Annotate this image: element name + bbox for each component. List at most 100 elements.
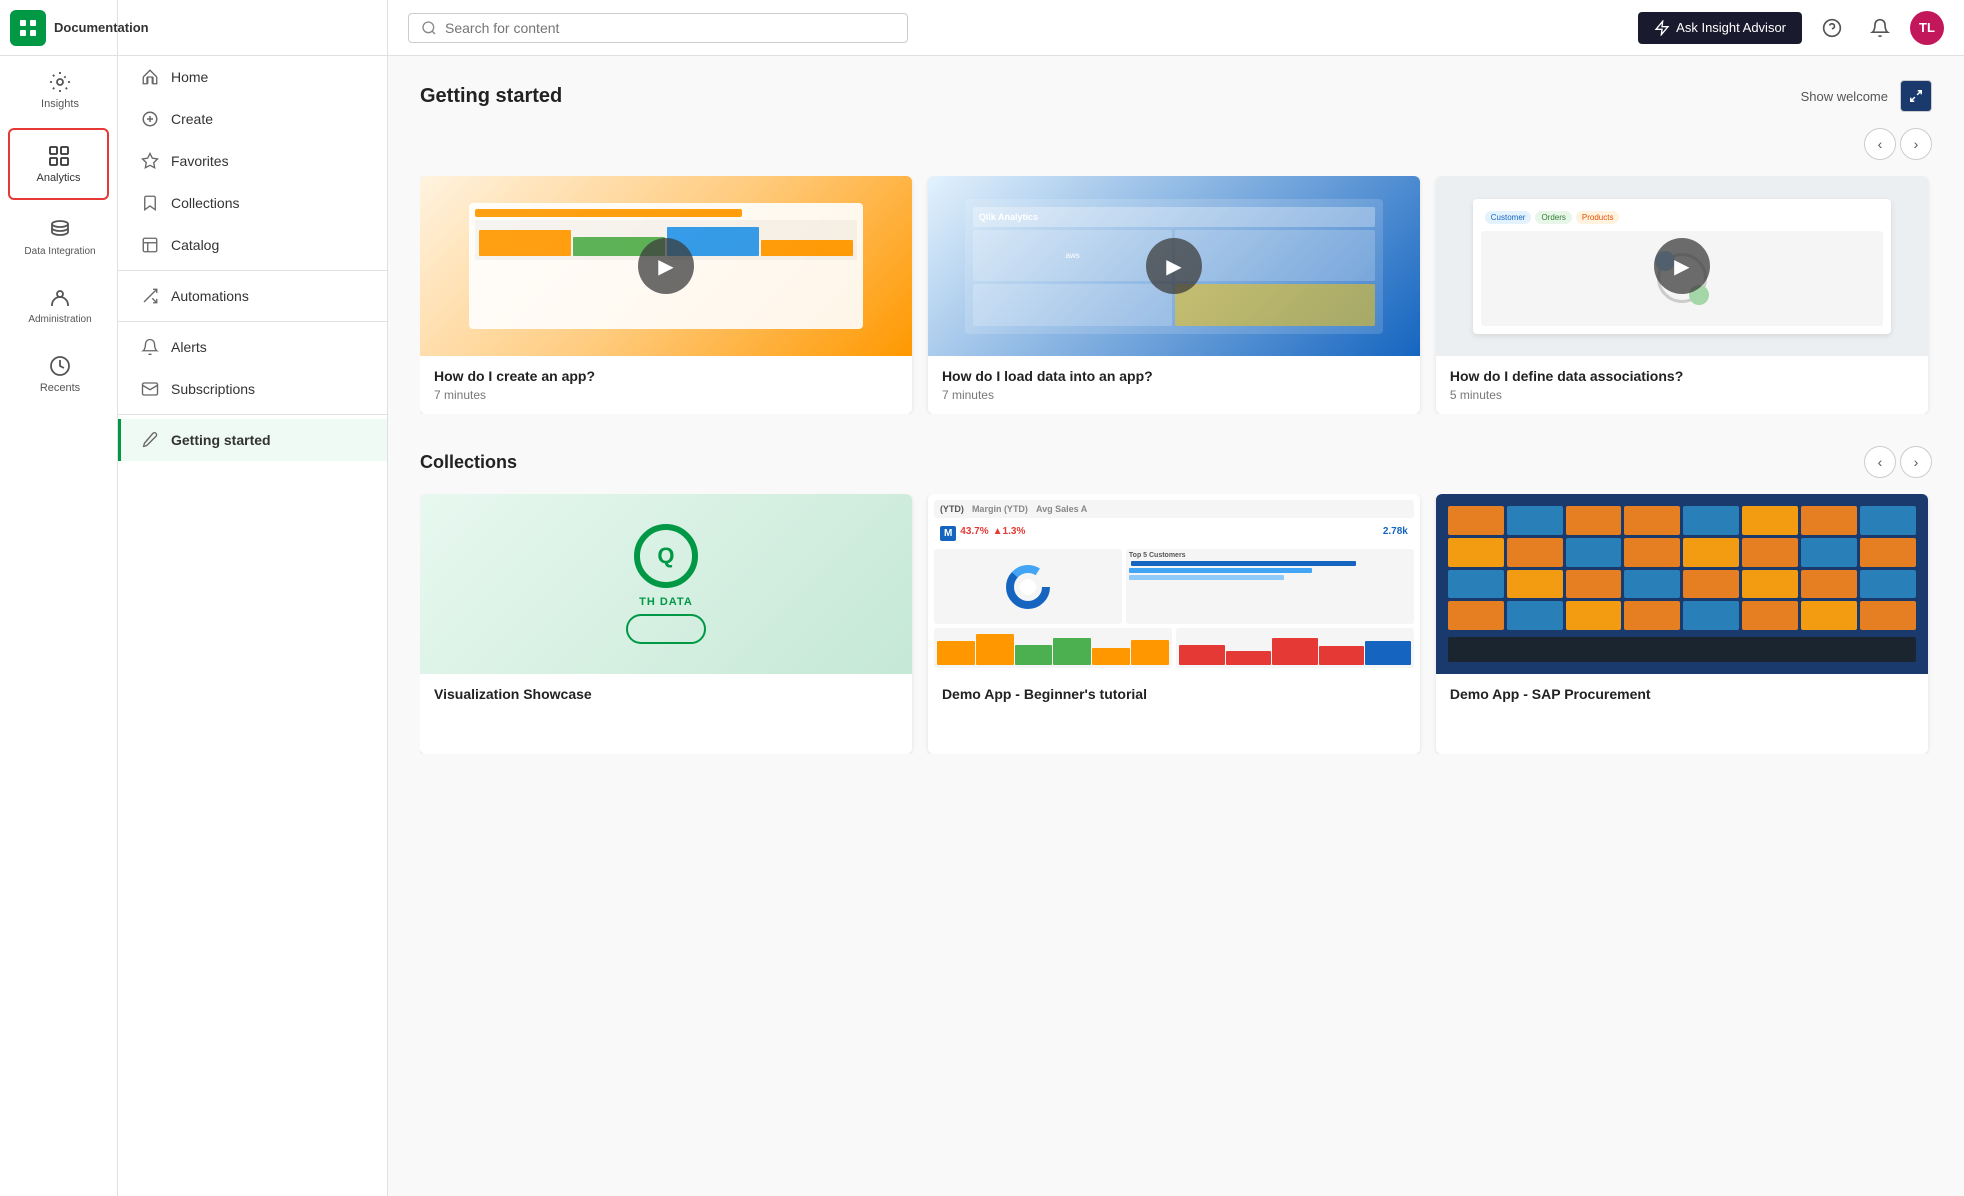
- how-to-prev-btn[interactable]: ‹: [1864, 128, 1896, 160]
- help-icon: [1822, 18, 1842, 38]
- rocket-icon: [141, 431, 159, 449]
- how-to-arrows: ‹ ›: [1864, 128, 1932, 160]
- ask-insight-label: Ask Insight Advisor: [1676, 20, 1786, 35]
- video-card-2[interactable]: Customer Orders Products: [1436, 176, 1928, 414]
- card-body-2: How do I define data associations? 5 min…: [1436, 356, 1928, 414]
- topbar: Ask Insight Advisor TL: [388, 0, 1964, 56]
- app-card-0[interactable]: Q TH DATA Visualization Showcase: [420, 494, 912, 754]
- app-card-2[interactable]: Demo App - SAP Procurement: [1436, 494, 1928, 754]
- nav-automations-label: Automations: [171, 288, 249, 304]
- recents-label: Recents: [40, 382, 80, 394]
- donut-chart: [1003, 562, 1053, 612]
- video-duration-1: 7 minutes: [942, 388, 1406, 402]
- app-card-body-1: Demo App - Beginner's tutorial: [928, 674, 1420, 718]
- app-thumb-2: [1436, 494, 1928, 674]
- qlik-q: Q: [634, 524, 698, 588]
- video-title-0: How do I create an app?: [434, 368, 898, 384]
- nav-home-label: Home: [171, 69, 208, 85]
- search-icon: [421, 20, 437, 36]
- home-icon: [141, 68, 159, 86]
- app-grid-icon[interactable]: [10, 10, 46, 46]
- nav-item-alerts[interactable]: Alerts: [118, 326, 387, 368]
- sidebar-item-data-integration[interactable]: Data Integration: [0, 204, 117, 272]
- video-thumb-2: Customer Orders Products: [1436, 176, 1928, 356]
- app-card-body-0: Visualization Showcase: [420, 674, 912, 718]
- app-card-body-2: Demo App - SAP Procurement: [1436, 674, 1928, 718]
- nav-create-label: Create: [171, 111, 213, 127]
- notifications-button[interactable]: [1862, 10, 1898, 46]
- help-button[interactable]: [1814, 10, 1850, 46]
- topbar-actions: Ask Insight Advisor TL: [1638, 10, 1944, 46]
- video-card-1[interactable]: Qlik Analytics aws: [928, 176, 1420, 414]
- data-integration-icon: [48, 218, 72, 242]
- nav-item-home[interactable]: Home: [118, 56, 387, 98]
- automations-icon: [141, 287, 159, 305]
- app-title-0: Visualization Showcase: [434, 686, 898, 702]
- app-thumb-1: (YTD) Margin (YTD) Avg Sales A M 43.7% ▲…: [928, 494, 1420, 674]
- collections-prev-btn[interactable]: ‹: [1864, 446, 1896, 478]
- collections-title: Collections: [420, 452, 517, 473]
- video-thumb-1: Qlik Analytics aws: [928, 176, 1420, 356]
- getting-started-title: Getting started: [420, 85, 562, 108]
- sidebar-item-analytics[interactable]: Analytics: [8, 128, 109, 200]
- nav-divider-3: [118, 414, 387, 415]
- nav-item-getting-started[interactable]: Getting started: [118, 419, 387, 461]
- nav-item-create[interactable]: Create: [118, 98, 387, 140]
- qlik-decoration: [626, 614, 706, 644]
- sidebar-item-administration[interactable]: Administration: [0, 272, 117, 340]
- collections-next-btn[interactable]: ›: [1900, 446, 1932, 478]
- header-actions: Show welcome: [1801, 80, 1932, 112]
- video-title-1: How do I load data into an app?: [942, 368, 1406, 384]
- how-to-next-btn[interactable]: ›: [1900, 128, 1932, 160]
- nav-item-collections[interactable]: Collections: [118, 182, 387, 224]
- search-input[interactable]: [445, 20, 895, 36]
- content-area: Getting started Show welcome ‹: [388, 56, 1964, 1196]
- icon-sidebar: Documentation Insights Analytics Data In…: [0, 0, 118, 1196]
- show-welcome-button[interactable]: Show welcome: [1801, 89, 1888, 104]
- collections-section: Collections ‹ › Q TH DATA: [420, 446, 1932, 754]
- video-duration-0: 7 minutes: [434, 388, 898, 402]
- nav-alerts-label: Alerts: [171, 339, 207, 355]
- app-title: Documentation: [54, 20, 149, 35]
- nav-sidebar: Home Create Favorites Collections Catalo…: [118, 0, 388, 1196]
- collections-nav: Collections ‹ ›: [420, 446, 1932, 478]
- user-avatar[interactable]: TL: [1910, 11, 1944, 45]
- how-to-section: ‹ ›: [420, 128, 1932, 414]
- create-icon: [141, 110, 159, 128]
- insights-label: Insights: [41, 98, 79, 110]
- nav-item-catalog[interactable]: Catalog: [118, 224, 387, 266]
- collections-arrows: ‹ ›: [1864, 446, 1932, 478]
- insights-icon: [48, 70, 72, 94]
- search-container[interactable]: [408, 13, 908, 43]
- nav-sidebar-header: [118, 0, 387, 56]
- getting-started-header: Getting started Show welcome: [420, 80, 1932, 112]
- collapse-icon: [1909, 89, 1923, 103]
- nav-item-automations[interactable]: Automations: [118, 275, 387, 317]
- bookmark-icon: [141, 194, 159, 212]
- nav-favorites-label: Favorites: [171, 153, 229, 169]
- nav-catalog-label: Catalog: [171, 237, 219, 253]
- how-to-nav: ‹ ›: [420, 128, 1932, 160]
- play-icon-1: ▶: [1146, 238, 1202, 294]
- video-card-0[interactable]: ▶ How do I create an app? 7 minutes: [420, 176, 912, 414]
- app-card-1[interactable]: (YTD) Margin (YTD) Avg Sales A M 43.7% ▲…: [928, 494, 1420, 754]
- video-thumb-0: ▶: [420, 176, 912, 356]
- ask-insight-button[interactable]: Ask Insight Advisor: [1638, 12, 1802, 44]
- bell-icon: [1870, 18, 1890, 38]
- nav-getting-started-label: Getting started: [171, 432, 271, 448]
- play-icon-2: ▶: [1654, 238, 1710, 294]
- nav-item-subscriptions[interactable]: Subscriptions: [118, 368, 387, 410]
- app-cards-row: Q TH DATA Visualization Showcase: [420, 494, 1932, 754]
- app-title-1: Demo App - Beginner's tutorial: [942, 686, 1406, 702]
- administration-label: Administration: [28, 314, 91, 326]
- nav-item-favorites[interactable]: Favorites: [118, 140, 387, 182]
- sidebar-item-recents[interactable]: Recents: [0, 340, 117, 408]
- nav-collections-label: Collections: [171, 195, 239, 211]
- app-thumb-0: Q TH DATA: [420, 494, 912, 674]
- collapse-button[interactable]: [1900, 80, 1932, 112]
- sidebar-item-insights[interactable]: Insights: [0, 56, 117, 124]
- recents-icon: [48, 354, 72, 378]
- play-icon-0: ▶: [638, 238, 694, 294]
- app-title-2: Demo App - SAP Procurement: [1450, 686, 1914, 702]
- video-duration-2: 5 minutes: [1450, 388, 1914, 402]
